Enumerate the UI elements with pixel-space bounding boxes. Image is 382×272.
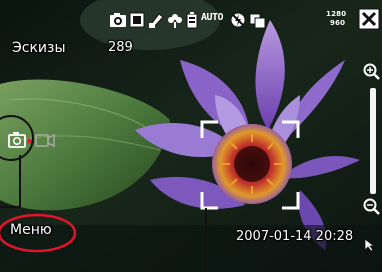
focus-frame bbox=[200, 120, 300, 210]
status-icons: AUTO bbox=[109, 9, 267, 31]
frame-callout-line bbox=[205, 208, 207, 272]
battery-icon bbox=[186, 12, 198, 29]
zoom-slider[interactable] bbox=[370, 88, 376, 194]
resolution-width: 1280 bbox=[326, 10, 347, 18]
cursor-arrow-icon bbox=[364, 238, 376, 252]
zoom-in-icon[interactable] bbox=[363, 63, 381, 81]
auto-iso-icon: AUTO bbox=[201, 11, 227, 29]
auto-label: AUTO bbox=[201, 12, 224, 23]
macro-flower-icon bbox=[168, 14, 182, 28]
resolution-icon: 1280 960 bbox=[326, 10, 350, 32]
frame-icon bbox=[129, 12, 145, 28]
mode-label: Эскизы bbox=[12, 40, 66, 56]
burst-icon bbox=[249, 13, 266, 29]
flash-off-icon bbox=[230, 12, 246, 28]
callout-line bbox=[0, 155, 21, 208]
zoom-out-icon[interactable] bbox=[363, 198, 381, 216]
resolution-height: 960 bbox=[330, 19, 346, 27]
callout-oval bbox=[0, 213, 77, 253]
close-button[interactable] bbox=[358, 8, 380, 30]
pencil-ruler-icon bbox=[148, 13, 164, 29]
photo-timestamp: 2007-01-14 20:28 bbox=[236, 229, 354, 244]
camera-mode-icon bbox=[110, 13, 126, 27]
shots-remaining-count: 289 bbox=[108, 40, 133, 55]
